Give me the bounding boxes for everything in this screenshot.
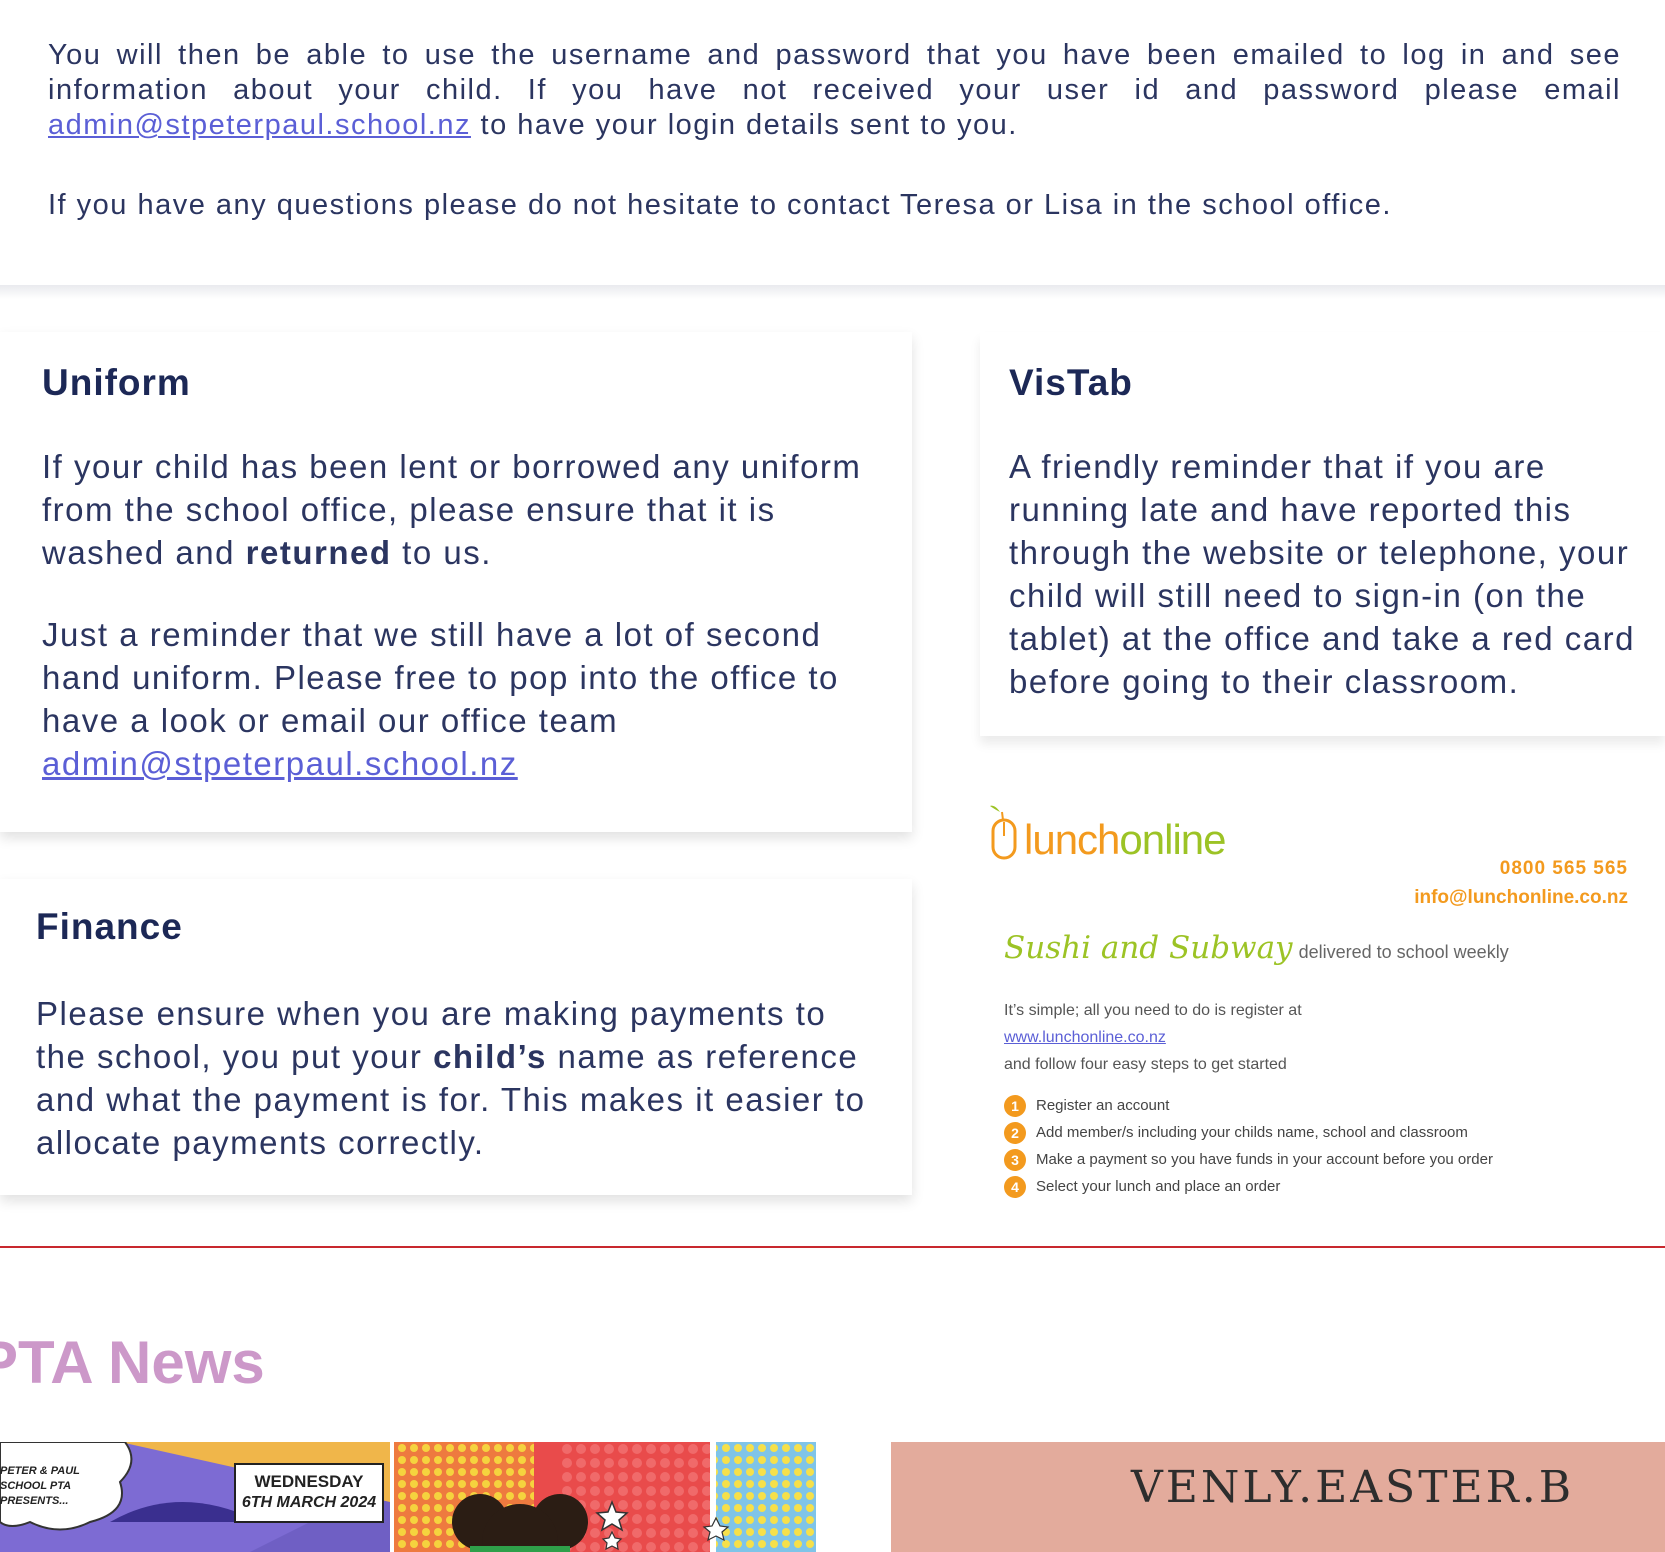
sushi-subway-heading: Sushi and Subway [1004, 930, 1293, 966]
lunchonline-flyer: lunchonline 0800 565 565 info@lunchonlin… [985, 790, 1645, 1210]
finance-bold-childs: child’s [433, 1038, 547, 1075]
uniform-bold-returned: returned [245, 534, 392, 571]
pta-poster-comic[interactable]: PETER & PAUL SCHOOL PTA PRESENTS... WEDN… [0, 1442, 816, 1552]
logo-online: online [1119, 816, 1226, 863]
vistab-paragraph: A friendly reminder that if you are runn… [1009, 448, 1635, 700]
lunchonline-website-link[interactable]: www.lunchonline.co.nz [1004, 1029, 1166, 1047]
intro-text-after: to have your login details sent to you. [470, 109, 1018, 141]
step-item: 1 Register an account [1004, 1092, 1493, 1119]
lunchonline-phone: 0800 565 565 [1499, 858, 1628, 879]
step-number-badge: 1 [1004, 1094, 1026, 1117]
steps-list: 1 Register an account 2 Add member/s inclu… [1004, 1092, 1493, 1200]
intro-text: You will then be able to use the usernam… [48, 39, 1621, 106]
step-number-badge: 3 [1004, 1148, 1026, 1171]
uniform-admin-email-link[interactable]: admin@stpeterpaul.school.nz [42, 745, 518, 782]
step-item: 3 Make a payment so you have funds in you… [1004, 1146, 1493, 1173]
admin-email-link[interactable]: admin@stpeterpaul.school.nz [48, 109, 471, 141]
intro-paragraph: You will then be able to use the usernam… [48, 38, 1621, 143]
step-text: Select your lunch and place an order [1036, 1178, 1281, 1195]
uniform-paragraph-2: Just a reminder that we still have a lot… [42, 613, 872, 785]
delivered-text: delivered to school weekly [1298, 942, 1509, 962]
uniform-text-after: to us. [391, 534, 492, 571]
step-text: Add member/s including your childs name,… [1036, 1124, 1468, 1141]
logo-lunch: lunch [1024, 816, 1120, 863]
vistab-card: VisTab A friendly reminder that if you a… [980, 332, 1665, 736]
step-item: 4 Select your lunch and place an order [1004, 1173, 1493, 1200]
finance-card: Finance Please ensure when you are makin… [0, 879, 912, 1195]
comic-poster-art [0, 1442, 816, 1552]
step-text: Make a payment so you have funds in your… [1036, 1151, 1493, 1168]
steps-intro-text: and follow four easy steps to get starte… [1004, 1056, 1287, 1073]
lunchonline-wordmark: lunchonline [1024, 816, 1227, 864]
section-divider [0, 1246, 1665, 1248]
uniform-text-2: Just a reminder that we still have a lot… [42, 616, 839, 739]
uniform-title: Uniform [42, 362, 191, 403]
poster-day: WEDNESDAY [254, 1472, 364, 1491]
uniform-paragraph-1: If your child has been lent or borrowed … [42, 445, 872, 574]
poster-date: 6TH MARCH 2024 [241, 1494, 377, 1511]
pta-news-title: PTA News [0, 1329, 265, 1396]
lunchonline-email: info@lunchonline.co.nz [1414, 887, 1628, 908]
step-number-badge: 4 [1004, 1175, 1026, 1198]
lunchonline-logo: lunchonline [988, 798, 1248, 868]
vistab-title: VisTab [1009, 362, 1133, 403]
apple-icon [990, 805, 1017, 860]
step-item: 2 Add member/s including your childs name… [1004, 1119, 1493, 1146]
poster-presents-text: PETER & PAUL SCHOOL PTA PRESENTS... [0, 1465, 80, 1507]
uniform-card: Uniform If your child has been lent or b… [0, 332, 912, 832]
intro-section: You will then be able to use the usernam… [48, 38, 1621, 252]
pta-poster-easter[interactable]: VENLY.EASTER.B [891, 1442, 1665, 1552]
step-text: Register an account [1036, 1097, 1170, 1114]
easter-arc-text: VENLY.EASTER.B [1131, 1462, 1575, 1513]
lunchonline-headline: Sushi and Subway delivered to school week… [1004, 930, 1509, 966]
finance-paragraph: Please ensure when you are making paymen… [36, 992, 876, 1164]
register-intro-text: It’s simple; all you need to do is regis… [1004, 1002, 1302, 1019]
section-divider-shadow [0, 285, 1665, 299]
step-number-badge: 2 [1004, 1121, 1026, 1144]
questions-paragraph: If you have any questions please do not … [48, 189, 1392, 221]
finance-title: Finance [36, 906, 183, 947]
